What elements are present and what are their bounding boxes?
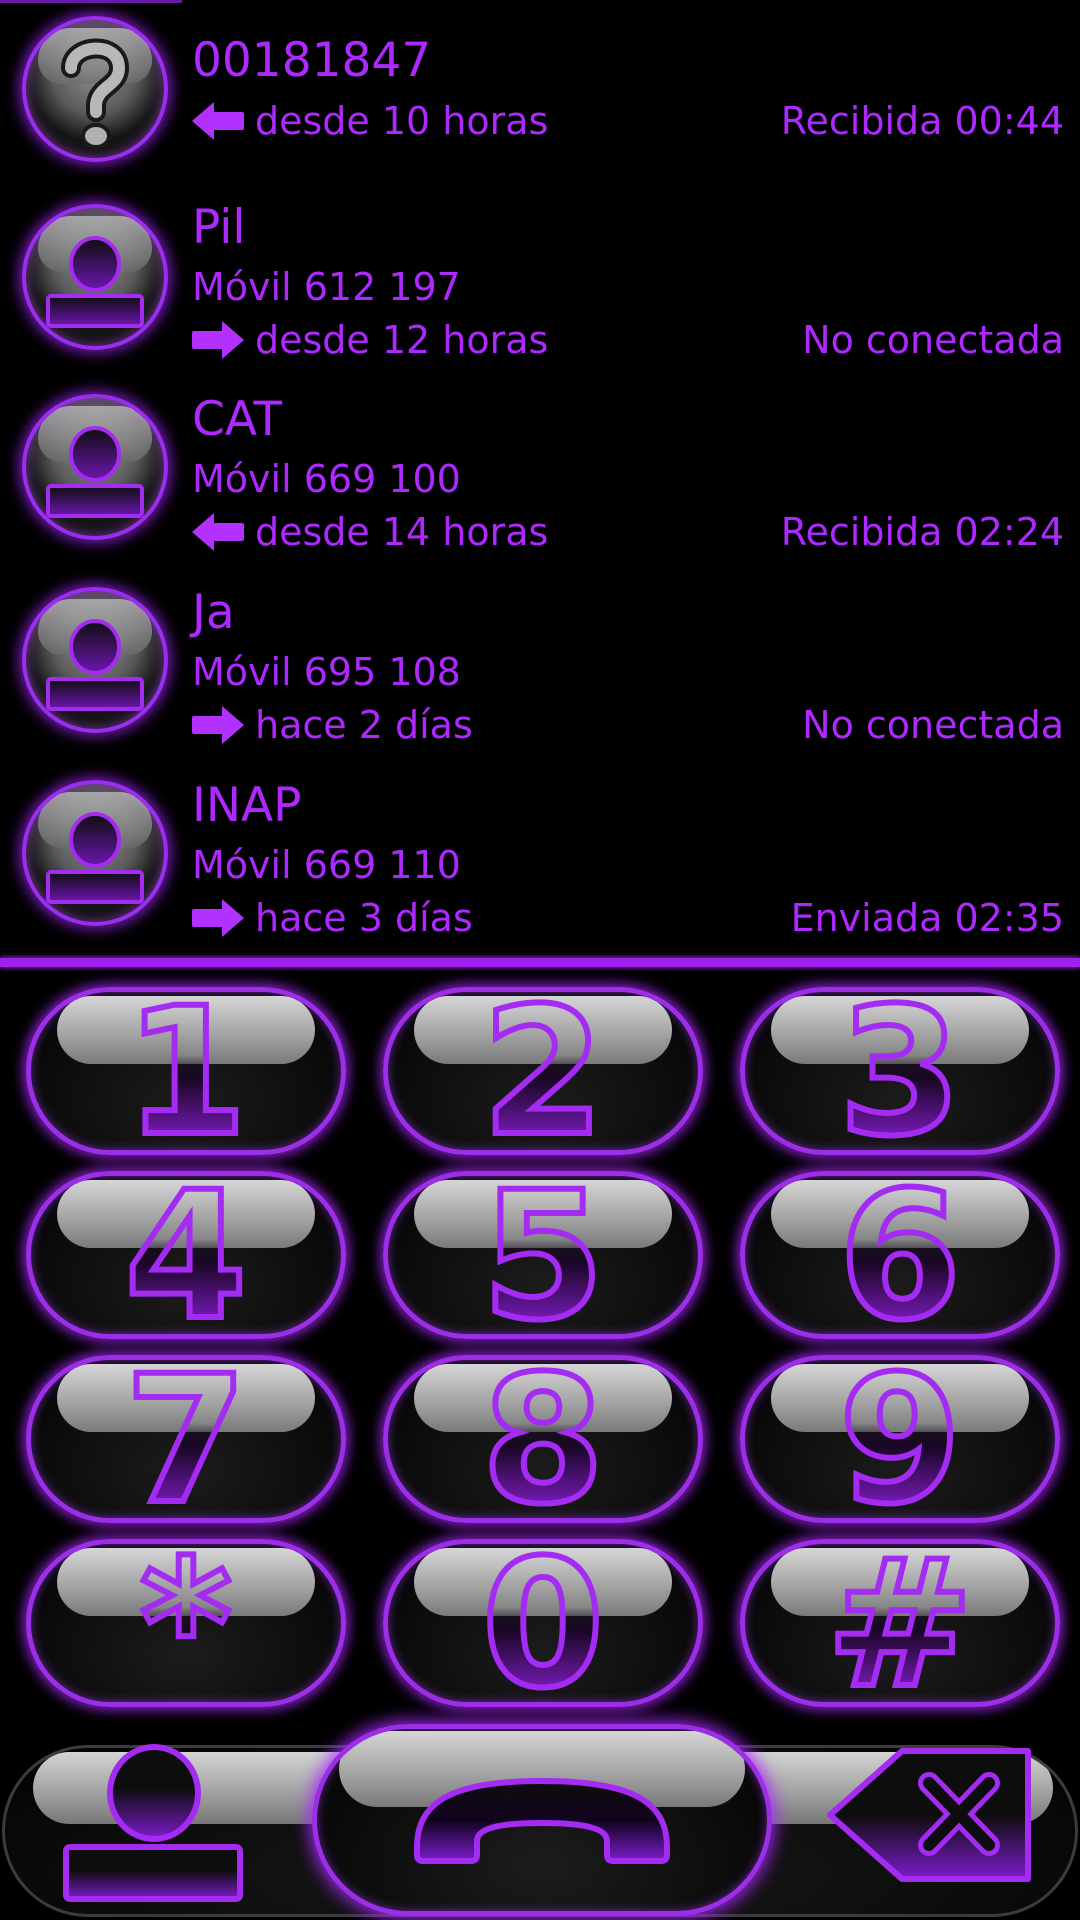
caller-number: Móvil 669 110 bbox=[192, 843, 461, 887]
call-status: Recibida 00:44 bbox=[780, 99, 1064, 143]
delete-button[interactable] bbox=[826, 1747, 1036, 1892]
divider bbox=[0, 958, 1080, 967]
key-digit: 4 bbox=[31, 1176, 341, 1334]
call-button[interactable] bbox=[312, 1724, 772, 1916]
key-hash[interactable]: # bbox=[740, 1539, 1060, 1707]
incoming-arrow-left-icon bbox=[192, 513, 244, 551]
caller-name: 00181847 bbox=[192, 33, 432, 88]
caller-number: Móvil 695 108 bbox=[192, 650, 461, 694]
call-status: Enviada 02:35 bbox=[790, 896, 1064, 940]
unknown-caller-question-icon[interactable] bbox=[22, 16, 168, 162]
caller-name: INAP bbox=[192, 778, 302, 833]
outgoing-arrow-right-icon bbox=[192, 321, 244, 359]
call-meta: desde 12 horas No conectada bbox=[192, 317, 1064, 363]
call-log-row[interactable]: INAP Móvil 669 110 hace 3 días Enviada 0… bbox=[0, 760, 1080, 955]
key-star[interactable]: * bbox=[26, 1539, 346, 1707]
key-digit: 0 bbox=[388, 1544, 698, 1702]
caller-name: CAT bbox=[192, 392, 283, 447]
call-log-row[interactable]: Ja Móvil 695 108 hace 2 días No conectad… bbox=[0, 567, 1080, 760]
call-status: Recibida 02:24 bbox=[780, 510, 1064, 554]
caller-name: Ja bbox=[192, 585, 235, 640]
caller-number: Móvil 669 100 bbox=[192, 457, 461, 501]
incoming-arrow-left-icon bbox=[192, 102, 244, 140]
key-digit: # bbox=[745, 1544, 1055, 1702]
call-meta: hace 2 días No conectada bbox=[192, 702, 1064, 748]
key-3[interactable]: 3 bbox=[740, 987, 1060, 1155]
contacts-silhouette-icon bbox=[63, 1744, 243, 1902]
key-7[interactable]: 7 bbox=[26, 1355, 346, 1523]
key-digit: 7 bbox=[31, 1360, 341, 1518]
key-4[interactable]: 4 bbox=[26, 1171, 346, 1339]
caller-number: Móvil 612 197 bbox=[192, 265, 461, 309]
outgoing-arrow-right-icon bbox=[192, 899, 244, 937]
key-8[interactable]: 8 bbox=[383, 1355, 703, 1523]
contact-silhouette-icon[interactable] bbox=[22, 587, 168, 733]
key-2[interactable]: 2 bbox=[383, 987, 703, 1155]
key-0[interactable]: 0 bbox=[383, 1539, 703, 1707]
key-digit: 2 bbox=[388, 992, 698, 1150]
call-meta: desde 14 horas Recibida 02:24 bbox=[192, 509, 1064, 555]
key-9[interactable]: 9 bbox=[740, 1355, 1060, 1523]
key-digit: 3 bbox=[745, 992, 1055, 1150]
key-digit: 8 bbox=[388, 1360, 698, 1518]
call-meta: hace 3 días Enviada 02:35 bbox=[192, 895, 1064, 941]
call-status: No conectada bbox=[802, 703, 1064, 747]
caller-name: Pil bbox=[192, 200, 246, 255]
key-1[interactable]: 1 bbox=[26, 987, 346, 1155]
outgoing-arrow-right-icon bbox=[192, 706, 244, 744]
contact-silhouette-icon[interactable] bbox=[22, 204, 168, 350]
contact-silhouette-icon[interactable] bbox=[22, 780, 168, 926]
contacts-button[interactable] bbox=[54, 1737, 254, 1920]
call-time-ago: hace 3 días bbox=[255, 896, 473, 940]
key-digit: 9 bbox=[745, 1360, 1055, 1518]
key-digit: * bbox=[31, 1544, 341, 1702]
key-5[interactable]: 5 bbox=[383, 1171, 703, 1339]
call-status: No conectada bbox=[802, 318, 1064, 362]
call-time-ago: desde 10 horas bbox=[255, 99, 549, 143]
call-time-ago: desde 12 horas bbox=[255, 318, 549, 362]
key-digit: 5 bbox=[388, 1176, 698, 1334]
phone-handset-icon bbox=[414, 1777, 670, 1864]
contact-silhouette-icon[interactable] bbox=[22, 394, 168, 540]
call-log-list: 00181847 desde 10 horas Recibida 00:44 P… bbox=[0, 0, 1080, 958]
call-meta: desde 10 horas Recibida 00:44 bbox=[192, 98, 1064, 144]
call-log-row[interactable]: CAT Móvil 669 100 desde 14 horas Recibid… bbox=[0, 374, 1080, 567]
backspace-delete-icon bbox=[827, 1748, 1031, 1882]
call-log-row[interactable]: 00181847 desde 10 horas Recibida 00:44 bbox=[0, 0, 1080, 180]
key-digit: 6 bbox=[745, 1176, 1055, 1334]
key-digit: 1 bbox=[31, 992, 341, 1150]
call-time-ago: desde 14 horas bbox=[255, 510, 549, 554]
call-log-row[interactable]: Pil Móvil 612 197 desde 12 horas No cone… bbox=[0, 180, 1080, 374]
call-time-ago: hace 2 días bbox=[255, 703, 473, 747]
key-6[interactable]: 6 bbox=[740, 1171, 1060, 1339]
